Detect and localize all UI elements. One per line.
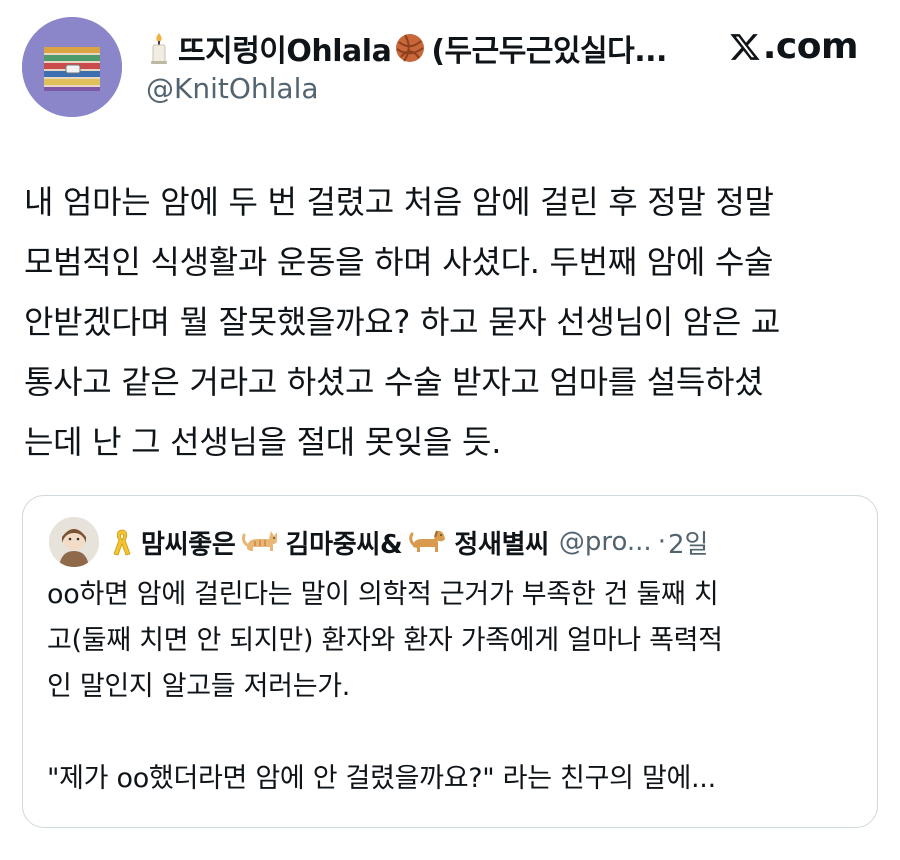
candle-icon: [146, 31, 172, 65]
author-avatar[interactable]: [22, 17, 122, 117]
tweet-line: 안받겠다며 뭘 잘못했을까요? 하고 묻자 선생님이 암은 교: [24, 303, 781, 341]
tweet-line: 통사고 같은 거라고 하셨고 수술 받자고 엄마를 설득하셨: [24, 363, 764, 401]
dog-icon: [408, 527, 448, 557]
quote-blank-line: [47, 710, 857, 756]
tweet-text: 내 엄마는 암에 두 번 걸렸고 처음 암에 걸린 후 정말 정말 모범적인 식…: [24, 172, 884, 472]
quote-name-part1: 맘씨좋은: [141, 529, 236, 560]
quote-name-part2: 김마중씨&: [285, 529, 403, 560]
quote-line: 고(둘째 치면 안 되지만) 환자와 환자 가족에게 얼마나 폭력적: [47, 625, 723, 656]
tweet-line: 내 엄마는 암에 두 번 걸렸고 처음 암에 걸린 후 정말 정말: [24, 183, 774, 221]
yarn-ball-icon: [393, 31, 427, 65]
quote-handle[interactable]: @pro...: [559, 527, 652, 557]
quote-text: oo하면 암에 걸린다는 말이 의학적 근거가 부족한 건 둘째 치 고(둘째 …: [47, 572, 857, 802]
x-logo-icon: [729, 31, 763, 63]
site-badge[interactable]: .com: [729, 26, 859, 67]
quote-avatar[interactable]: [49, 517, 99, 567]
tweet-line: 모범적인 식생활과 운동을 하며 사셨다. 두번째 암에 수술: [24, 243, 774, 281]
author-handle[interactable]: @KnitOhlala: [146, 72, 319, 105]
cat-icon: [241, 527, 281, 557]
quote-name-part3: 정새별씨: [454, 529, 549, 560]
quote-line: "제가 oo했더라면 암에 안 걸렸을까요?" 라는 친구의 말에...: [47, 763, 716, 794]
quote-card[interactable]: 맘씨좋은 김마중씨& 정새별씨 @pro... · 2일 oo하면 암에 걸린다…: [22, 495, 878, 828]
quote-time[interactable]: 2일: [668, 524, 708, 561]
quote-line: oo하면 암에 걸린다는 말이 의학적 근거가 부족한 건 둘째 치: [47, 579, 719, 610]
display-name: 뜨지렁이Ohlala: [178, 34, 392, 69]
site-label: .com: [762, 26, 859, 67]
yellow-ribbon-icon: [111, 527, 133, 557]
quote-header: 맘씨좋은 김마중씨& 정새별씨 @pro... · 2일: [49, 516, 708, 568]
display-name-suffix: (두근두근있실다...: [431, 34, 667, 69]
tweet-line: 는데 난 그 선생님을 절대 못잊을 듯.: [24, 423, 502, 461]
author-name-row[interactable]: 뜨지렁이Ohlala (두근두근있실다...: [146, 24, 667, 72]
quote-separator: ·: [657, 527, 666, 557]
quote-line: 인 말인지 알고들 저러는가.: [47, 671, 351, 702]
